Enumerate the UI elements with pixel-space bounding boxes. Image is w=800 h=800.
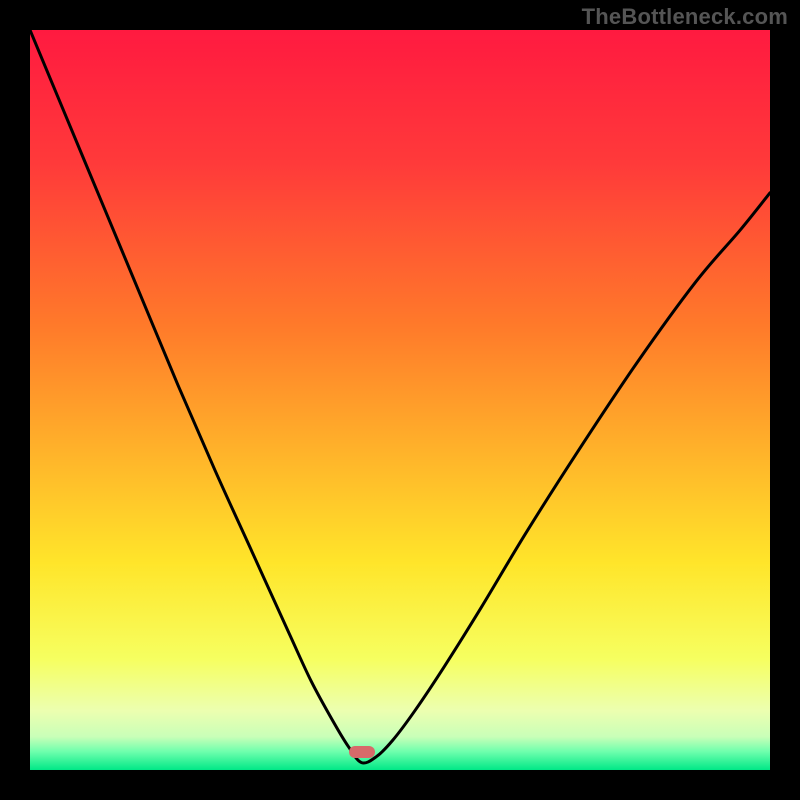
optimal-point-marker — [349, 746, 375, 758]
watermark-text: TheBottleneck.com — [582, 4, 788, 30]
chart-frame: TheBottleneck.com — [0, 0, 800, 800]
bottleneck-curve — [30, 30, 770, 770]
plot-area — [30, 30, 770, 770]
